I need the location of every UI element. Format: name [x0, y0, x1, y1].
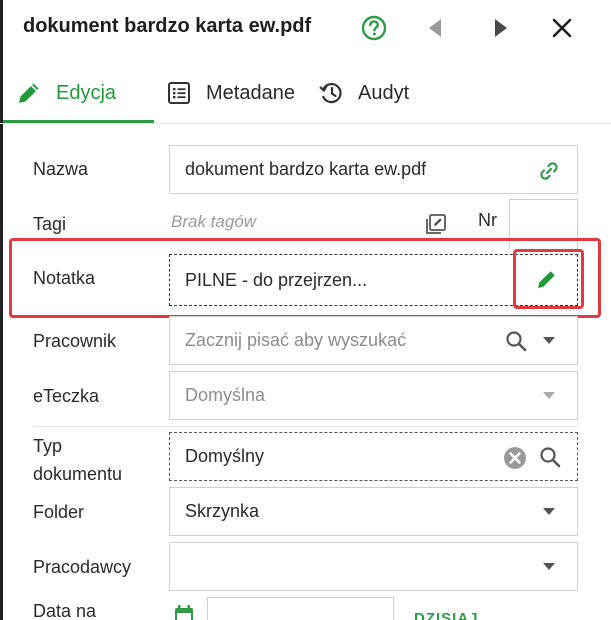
nr-label: Nr [478, 210, 497, 230]
document-title: dokument bardzo karta ew.pdf [23, 15, 312, 37]
section-divider [33, 426, 578, 427]
employers-select[interactable] [169, 542, 578, 591]
folder-label: Folder [33, 502, 85, 522]
name-field[interactable]: dokument bardzo karta ew.pdf [169, 145, 578, 194]
clear-icon[interactable] [503, 446, 527, 470]
list-icon [168, 82, 190, 104]
edit-note-highlight [513, 249, 584, 309]
employers-label: Pracodawcy [33, 557, 132, 577]
employee-placeholder: Zacznij pisać aby wyszukać [185, 330, 407, 350]
active-tab-indicator [3, 120, 154, 123]
chevron-down-icon[interactable] [543, 563, 555, 571]
chevron-down-icon[interactable] [543, 337, 555, 345]
employee-label: Pracownik [33, 331, 117, 351]
tags-empty-text: Brak tagów [171, 212, 257, 231]
close-icon[interactable] [551, 17, 573, 39]
pencil-icon [19, 83, 39, 103]
today-button[interactable]: DZISIAJ [414, 610, 479, 620]
name-label: Nazwa [33, 159, 89, 179]
help-icon[interactable] [361, 15, 387, 41]
tab-metadane[interactable]: Metadane [166, 62, 295, 124]
efolder-value: Domyślna [185, 385, 266, 405]
doc-type-label-line1: Typ [33, 436, 63, 456]
efolder-label: eTeczka [33, 386, 100, 406]
link-icon[interactable] [537, 159, 561, 183]
doc-type-value: Domyślny [185, 446, 265, 466]
doc-type-label-line2: dokumentu [33, 464, 123, 484]
tab-edycja[interactable]: Edycja [16, 62, 116, 124]
panel-header: dokument bardzo karta ew.pdf [0, 0, 611, 58]
next-document-icon[interactable] [494, 18, 508, 38]
search-icon[interactable] [539, 446, 561, 468]
date-label: Data na [33, 601, 97, 620]
chevron-down-icon[interactable] [543, 392, 555, 400]
doc-type-field[interactable]: Domyślny [169, 432, 578, 481]
folder-select[interactable]: Skrzynka [169, 487, 578, 536]
search-icon[interactable] [505, 330, 527, 352]
date-input[interactable] [207, 597, 394, 620]
tab-label: Audyt [358, 81, 410, 104]
employee-search-field[interactable]: Zacznij pisać aby wyszukać [169, 316, 578, 365]
tab-label: Metadane [206, 81, 295, 104]
tab-bar: Edycja Metadane Audyt [0, 62, 611, 124]
history-icon [319, 83, 342, 104]
previous-document-icon[interactable] [428, 18, 442, 38]
tab-label: Edycja [56, 81, 117, 104]
edit-tags-icon[interactable] [425, 213, 447, 235]
tags-label: Tagi [33, 214, 67, 234]
tab-audyt[interactable]: Audyt [318, 62, 409, 124]
name-value: dokument bardzo karta ew.pdf [185, 159, 427, 179]
efolder-select[interactable]: Domyślna [169, 371, 578, 420]
folder-value: Skrzynka [185, 501, 260, 521]
chevron-down-icon[interactable] [543, 508, 555, 516]
calendar-icon[interactable] [173, 604, 195, 620]
